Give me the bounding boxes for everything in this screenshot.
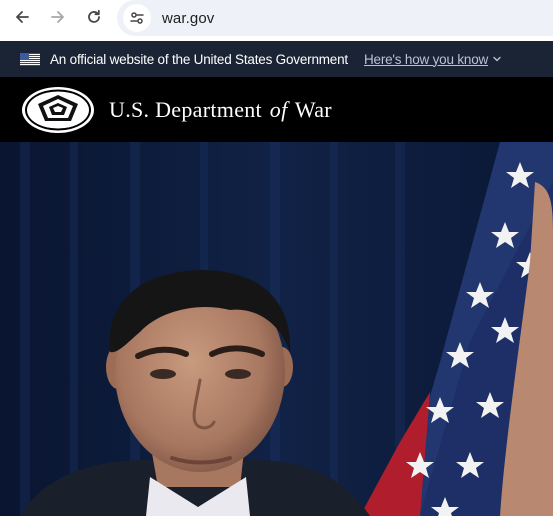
site-header: U.S. Department of War	[0, 77, 553, 142]
title-part-1: U.S. Department	[109, 96, 262, 122]
browser-toolbar: war.gov	[0, 0, 553, 40]
forward-button[interactable]	[44, 3, 72, 31]
chevron-down-icon[interactable]	[492, 54, 502, 64]
us-flag-icon	[20, 52, 40, 66]
heres-how-you-know-link[interactable]: Here's how you know	[364, 52, 488, 67]
title-part-2: War	[294, 96, 332, 122]
reload-button[interactable]	[80, 3, 108, 31]
reload-icon	[88, 9, 100, 23]
pentagon-seal-icon[interactable]	[20, 85, 96, 135]
title-of: of	[269, 96, 288, 122]
back-button[interactable]	[8, 3, 36, 31]
tune-icon	[130, 12, 144, 24]
hero-photo	[0, 142, 553, 516]
url-text[interactable]: war.gov	[162, 10, 214, 27]
arrow-right-icon	[51, 11, 64, 23]
gov-banner: An official website of the United States…	[0, 41, 553, 77]
official-site-text: An official website of the United States…	[50, 51, 348, 67]
address-bar[interactable]: war.gov	[117, 0, 553, 36]
department-title[interactable]: U.S. Department of War	[109, 97, 332, 123]
arrow-left-icon	[16, 11, 29, 23]
site-info-button[interactable]	[123, 4, 151, 32]
